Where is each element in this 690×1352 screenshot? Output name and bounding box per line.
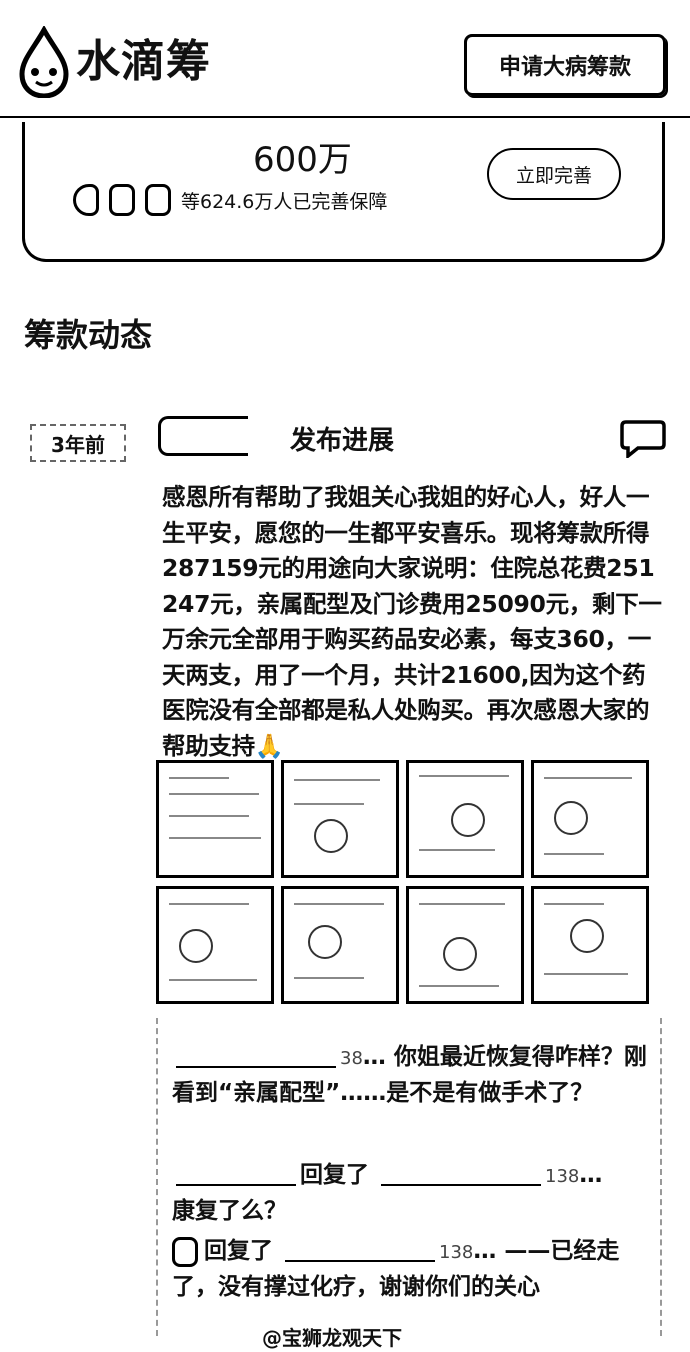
masked-username <box>285 1242 436 1262</box>
insurance-people-text: 等624.6万人已完善保障 <box>181 190 388 213</box>
receipt-photo[interactable] <box>406 886 524 1004</box>
comment-icon[interactable] <box>620 418 666 458</box>
post-timestamp: 3年前 <box>30 424 126 462</box>
insurance-amount: 600万 <box>253 140 352 180</box>
masked-username <box>176 1048 336 1068</box>
comment-reply[interactable]: 回复了 138… ——已经走了，没有撑过化疗，谢谢你们的关心 <box>172 1234 652 1304</box>
section-title: 筹款动态 <box>24 316 153 354</box>
reply-target-suffix: 138 <box>439 1242 474 1263</box>
water-drop-logo-icon <box>19 26 69 98</box>
app-logo[interactable]: 水滴筹 <box>16 26 211 98</box>
receipt-photo[interactable] <box>156 886 274 1004</box>
post-body-text: 感恩所有帮助了我姐关心我姐的好心人，好人一生平安，愿您的一生都平安喜乐。现将筹款… <box>162 483 662 760</box>
post-action-label: 发布进展 <box>290 426 395 456</box>
watermark: @宝狮龙观天下 <box>262 1326 402 1350</box>
avatar <box>172 1236 198 1267</box>
avatar <box>145 184 171 216</box>
reply-word: 回复了 <box>300 1162 369 1188</box>
receipt-photo[interactable] <box>281 886 399 1004</box>
comment-list: 38… 你姐最近恢复得咋样？刚看到“亲属配型”……是不是有做手术了？ 回复了 1… <box>156 1018 662 1336</box>
logo-text: 水滴筹 <box>76 36 211 87</box>
reply-target-suffix: 138 <box>545 1166 580 1187</box>
masked-username <box>381 1166 542 1186</box>
apply-fundraising-button[interactable]: 申请大病筹款 <box>464 34 666 96</box>
receipt-photo[interactable] <box>156 760 274 878</box>
receipt-photo[interactable] <box>531 760 649 878</box>
poster-avatar <box>158 416 248 456</box>
comment-reply[interactable]: 回复了 138… 康复了么？ <box>172 1158 652 1228</box>
insurance-card[interactable]: 600万 等624.6万人已完善保障 立即完善 <box>22 122 665 262</box>
masked-username <box>176 1166 296 1186</box>
commenter-id-suffix: 38 <box>340 1048 363 1069</box>
receipt-photo[interactable] <box>531 886 649 1004</box>
receipt-photo[interactable] <box>406 760 524 878</box>
reply-word: 回复了 <box>204 1238 273 1264</box>
complete-insurance-button[interactable]: 立即完善 <box>487 148 621 200</box>
comment-item[interactable]: 38… 你姐最近恢复得咋样？刚看到“亲属配型”……是不是有做手术了？ <box>172 1040 652 1110</box>
app-header: 水滴筹 申请大病筹款 <box>0 0 690 118</box>
avatar <box>109 184 135 216</box>
avatar <box>73 184 99 216</box>
post-photo-grid <box>156 760 650 1004</box>
insurance-people-row: 等624.6万人已完善保障 <box>73 184 387 216</box>
comment-text: 康复了么？ <box>172 1198 287 1224</box>
receipt-photo[interactable] <box>281 760 399 878</box>
